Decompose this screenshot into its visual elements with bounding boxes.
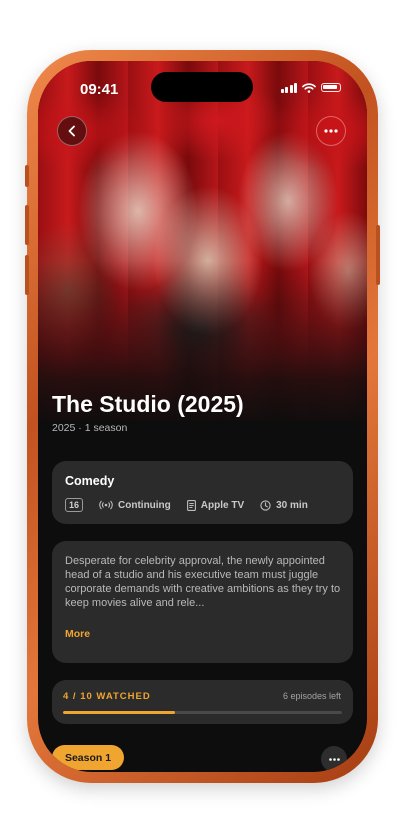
wifi-icon	[302, 82, 316, 93]
description-card: Desperate for celebrity approval, the ne…	[52, 541, 353, 663]
clock-icon	[260, 499, 271, 511]
meta-row: 16 Continuing Apple TV 30 min	[65, 498, 308, 512]
battery-icon	[321, 83, 341, 92]
progress-bar	[63, 711, 342, 714]
dynamic-island	[151, 72, 253, 102]
ellipsis-icon	[324, 129, 338, 133]
broadcast-icon	[99, 500, 113, 510]
status-label: Continuing	[118, 499, 171, 511]
device-action-button	[25, 165, 29, 187]
chevron-left-icon	[68, 125, 75, 137]
device-volume-down-button	[25, 255, 29, 295]
show-title: The Studio (2025)	[52, 391, 244, 417]
show-subtitle: 2025 · 1 season	[52, 422, 128, 434]
device-volume-up-button	[25, 205, 29, 245]
details-card: Comedy 16 Continuing Apple TV 30 min	[52, 461, 353, 524]
progress-bar-fill	[63, 711, 175, 714]
episodes-left-label: 6 episodes left	[282, 691, 341, 701]
ellipsis-icon	[328, 757, 340, 761]
options-button[interactable]	[316, 116, 346, 146]
progress-card: 4 / 10 WATCHED 6 episodes left	[52, 680, 353, 724]
device-power-button	[376, 225, 380, 285]
status-icons	[280, 82, 341, 93]
hero-image	[38, 61, 367, 431]
status-time: 09:41	[80, 81, 119, 98]
runtime-label: 30 min	[276, 499, 308, 511]
season-options-button[interactable]	[321, 746, 347, 772]
back-button[interactable]	[57, 116, 87, 146]
watched-count-label: 4 / 10 WATCHED	[63, 691, 151, 702]
age-rating-badge: 16	[65, 498, 84, 512]
network-label: Apple TV	[200, 499, 245, 511]
app-screen: 09:41 The Studio (2025) 2025 · 1 season …	[38, 61, 367, 772]
season-selector-button[interactable]: Season 1	[52, 745, 124, 770]
description-text: Desperate for celebrity approval, the ne…	[65, 555, 341, 609]
more-link[interactable]: More	[65, 628, 90, 640]
document-icon	[186, 499, 196, 511]
genre-label: Comedy	[65, 474, 115, 488]
cellular-signal-icon	[280, 82, 297, 93]
